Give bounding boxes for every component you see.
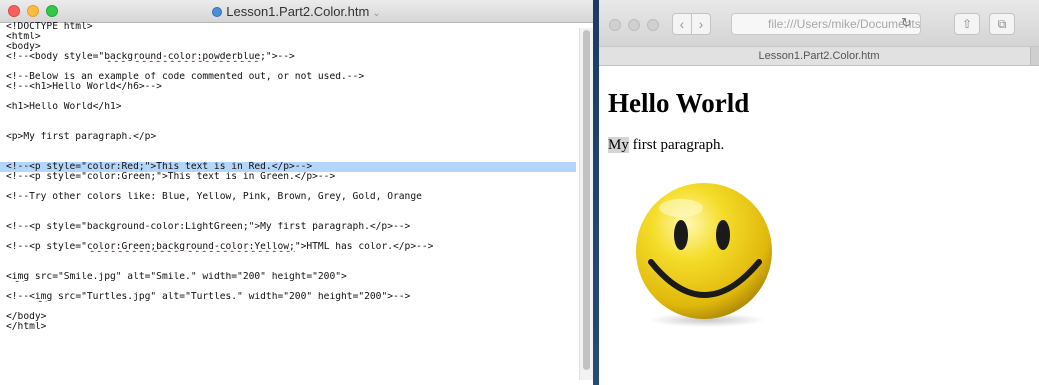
code-line[interactable] — [6, 122, 576, 132]
code-line[interactable]: <html> — [6, 32, 576, 42]
browser-zoom-button[interactable] — [647, 19, 659, 31]
tabs-icon: ⧉ — [997, 17, 1007, 31]
code-line[interactable]: <!--<body style="background-color:powder… — [6, 52, 576, 62]
editor-titlebar: Lesson1.Part2.Color.htm ⌄ — [0, 0, 593, 23]
editor-scrollbar-thumb[interactable] — [583, 30, 590, 370]
code-line[interactable]: <img src="Smile.jpg" alt="Smile." width=… — [6, 272, 576, 282]
code-line[interactable] — [6, 62, 576, 72]
code-line[interactable]: </html> — [6, 322, 576, 332]
code-line[interactable] — [6, 262, 576, 272]
code-text: <!--< — [6, 292, 35, 302]
smiley-image — [636, 183, 772, 327]
selected-text: My — [608, 137, 629, 153]
code-text: ;">--> — [260, 52, 295, 62]
editor-title-text: Lesson1.Part2.Color.htm — [226, 4, 370, 19]
smiley-right-eye — [716, 220, 730, 250]
chevron-right-icon: › — [698, 16, 704, 32]
code-editor[interactable]: <!DOCTYPE html> <html> <body> <!--<body sty… — [0, 22, 576, 332]
code-line[interactable] — [6, 282, 576, 292]
browser-window: ‹ › file:///Users/mike/Documents ↻ ⇧ ⧉ L… — [599, 0, 1039, 385]
code-text: <!--<p style=" — [6, 242, 87, 252]
browser-minimize-button[interactable] — [628, 19, 640, 31]
code-line[interactable] — [6, 112, 576, 122]
smiley-left-eye — [674, 220, 688, 250]
code-text: src="Smile.jpg" alt="Smile." width="200"… — [29, 272, 347, 282]
code-text: ">HTML has color.</p>--> — [294, 242, 434, 252]
spellcheck-underlined-text: img — [11, 272, 30, 282]
spellcheck-underlined-text: background-color:powderblue — [104, 52, 261, 62]
code-line[interactable]: <!--<p style="background-color:LightGree… — [6, 222, 576, 232]
code-text: src="Turtles.jpg" alt="Turtles." width="… — [52, 292, 411, 302]
code-line[interactable]: <!--Try other colors like: Blue, Yellow,… — [6, 192, 576, 202]
share-icon: ⇧ — [961, 17, 973, 31]
code-line[interactable] — [6, 92, 576, 102]
code-line[interactable]: <!--<p style="color:Green;">This text is… — [6, 172, 576, 182]
address-bar[interactable]: file:///Users/mike/Documents — [731, 13, 921, 35]
page-paragraph: My first paragraph. — [608, 137, 724, 154]
editor-title[interactable]: Lesson1.Part2.Color.htm ⌄ — [0, 4, 593, 19]
chevron-left-icon: ‹ — [679, 16, 685, 32]
code-line[interactable]: <!--<p style="color:Red;">This text is i… — [0, 162, 576, 172]
new-tab-edge[interactable] — [1030, 47, 1039, 65]
code-line[interactable] — [6, 152, 576, 162]
code-line[interactable] — [6, 202, 576, 212]
page-heading: Hello World — [608, 88, 750, 118]
code-line[interactable] — [6, 252, 576, 262]
share-button[interactable]: ⇧ — [954, 13, 980, 35]
code-line[interactable]: <p>My first paragraph.</p> — [6, 132, 576, 142]
code-line[interactable]: <!--<img src="Turtles.jpg" alt="Turtles.… — [6, 292, 576, 302]
smiley-face — [636, 183, 772, 319]
reload-icon[interactable]: ↻ — [901, 15, 912, 31]
code-line[interactable]: <!--Below is an example of code commente… — [6, 72, 576, 82]
tab-bar: Lesson1.Part2.Color.htm — [599, 46, 1039, 66]
editor-window: Lesson1.Part2.Color.htm ⌄ <!DOCTYPE html>… — [0, 0, 594, 385]
tabs-button[interactable]: ⧉ — [989, 13, 1015, 35]
code-line[interactable]: <!--<p style="color:Green;background-col… — [6, 242, 576, 252]
code-line[interactable]: <!DOCTYPE html> — [6, 22, 576, 32]
code-line[interactable] — [6, 142, 576, 152]
code-line[interactable] — [6, 302, 576, 312]
tab-title[interactable]: Lesson1.Part2.Color.htm — [758, 50, 879, 62]
spellcheck-underlined-text: img — [34, 292, 53, 302]
spellcheck-underlined-text: color:Green;background-color:Yellow; — [86, 242, 295, 252]
code-line[interactable] — [6, 182, 576, 192]
code-line[interactable]: </body> — [6, 312, 576, 322]
chevron-down-icon: ⌄ — [372, 8, 381, 19]
forward-button[interactable]: › — [691, 13, 711, 35]
editor-scrollbar[interactable] — [579, 28, 594, 380]
paragraph-text: first paragraph. — [628, 137, 725, 153]
back-button[interactable]: ‹ — [672, 13, 692, 35]
page-content: Hello World My first paragraph. — [599, 66, 1039, 385]
code-line[interactable]: <body> — [6, 42, 576, 52]
html-document-icon — [212, 7, 223, 17]
code-line[interactable]: <!--<h1>Hello World</h6>--> — [6, 82, 576, 92]
code-text: <!--<body style=" — [6, 52, 105, 62]
code-line[interactable]: <h1>Hello World</h1> — [6, 102, 576, 112]
address-text: file:///Users/mike/Documents — [768, 17, 921, 31]
code-line[interactable] — [6, 212, 576, 222]
browser-close-button[interactable] — [609, 19, 621, 31]
code-line[interactable] — [6, 232, 576, 242]
smiley-highlight — [659, 199, 703, 217]
browser-toolbar: ‹ › file:///Users/mike/Documents ↻ ⇧ ⧉ — [599, 0, 1039, 46]
